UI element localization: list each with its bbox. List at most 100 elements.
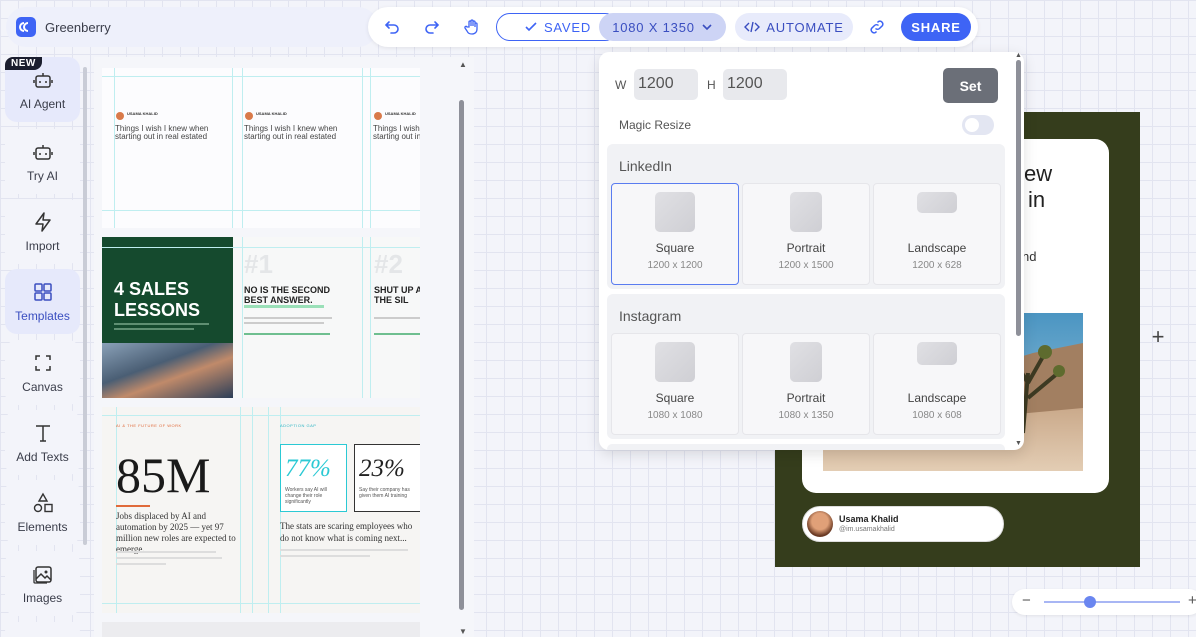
popover-scrollbar[interactable] <box>1016 60 1021 336</box>
preset-name: Landscape <box>907 391 967 405</box>
author-pill[interactable]: Usama Khalid @im.usamakhalid <box>802 506 1004 542</box>
zoom-slider-track[interactable] <box>1044 601 1180 603</box>
rail-canvas[interactable]: Canvas <box>5 340 80 405</box>
preset-instagram-square[interactable]: Square 1080 x 1080 <box>611 333 739 435</box>
scroll-up-icon[interactable]: ▲ <box>459 60 467 69</box>
share-label: SHARE <box>911 19 961 35</box>
big-stat: 85M <box>116 447 211 503</box>
robot-icon <box>32 144 53 160</box>
height-input[interactable]: 1200 <box>723 69 787 100</box>
rail-more[interactable] <box>5 622 80 637</box>
rail-scrollbar[interactable] <box>83 67 87 545</box>
width-input[interactable]: 1200 <box>634 69 698 100</box>
template-slide: USAMA KHALID Things I wish I knew when s… <box>243 68 361 228</box>
preset-name: Square <box>655 241 695 255</box>
popover-scroll-down-icon[interactable]: ▼ <box>1015 440 1022 447</box>
rail-label: AI Agent <box>19 96 66 111</box>
stat-value: 77% <box>285 455 331 482</box>
rail-label: Canvas <box>22 379 63 394</box>
preset-group-more <box>607 444 1005 450</box>
text-line <box>244 322 324 324</box>
author-name: USAMA KHALID <box>256 111 287 116</box>
template-slide: #2 SHUT UP AND TO THE SIL <box>372 237 420 398</box>
stat-box: 77% Workers say AI will change their rol… <box>280 444 347 512</box>
slide-text: Things I wish I knew when starting out i… <box>115 124 209 141</box>
set-button[interactable]: Set <box>943 68 998 103</box>
text-line <box>116 557 222 559</box>
preset-thumbnail <box>655 342 695 382</box>
rail-images[interactable]: Images <box>5 551 80 616</box>
magic-resize-toggle[interactable] <box>962 115 994 135</box>
rail-label: Elements <box>17 519 68 534</box>
automate-button[interactable]: AUTOMATE <box>735 13 853 41</box>
preset-instagram-landscape[interactable]: Landscape 1080 x 608 <box>873 333 1001 435</box>
slide-number: #2 <box>374 249 403 279</box>
templates-scrollbar[interactable] <box>459 100 464 610</box>
preset-linkedin-square[interactable]: Square 1200 x 1200 <box>611 183 739 285</box>
lesson-title: SHUT UP AND TO THE SIL <box>374 285 420 305</box>
guide-line <box>370 237 371 398</box>
canvas-size-dropdown[interactable]: 1080 X 1350 <box>599 13 726 41</box>
rail-elements[interactable]: Elements <box>5 480 80 545</box>
preset-thumbnail <box>917 192 957 213</box>
robot-icon <box>32 72 53 88</box>
popover-scroll-up-icon[interactable]: ▲ <box>1015 52 1022 59</box>
guide-line <box>362 68 363 228</box>
rail-try-ai[interactable]: Try AI <box>5 129 80 194</box>
preset-dimensions: 1080 x 1350 <box>778 410 834 421</box>
rail-label: Templates <box>15 308 70 323</box>
top-toolbar: SAVED 1080 X 1350 AUTOMATE SHARE <box>368 7 978 47</box>
text-line <box>114 323 209 325</box>
canvas-size-label: 1080 X 1350 <box>612 19 695 35</box>
template-card-1[interactable]: USAMA KHALID Things I wish I knew when s… <box>102 68 420 228</box>
preset-thumbnail <box>917 342 957 365</box>
zoom-slider-thumb[interactable] <box>1084 596 1096 608</box>
template-slide: ADOPTION GAP 77% Workers say AI will cha… <box>280 407 420 613</box>
guide-line <box>252 407 253 613</box>
preset-instagram-portrait[interactable]: Portrait 1080 x 1350 <box>742 333 870 435</box>
magic-resize-label: Magic Resize <box>619 118 692 132</box>
plus-icon[interactable]: + <box>1146 324 1170 349</box>
link-icon[interactable] <box>867 17 887 37</box>
preset-thumbnail <box>790 192 822 232</box>
grid-icon <box>33 282 52 301</box>
share-button[interactable]: SHARE <box>901 13 971 41</box>
highlight <box>244 305 324 308</box>
preset-group-linkedin: LinkedIn Square 1200 x 1200 Portrait 120… <box>607 144 1005 289</box>
template-card-4[interactable] <box>102 622 420 637</box>
template-slide: #1 NO IS THE SECOND BEST ANSWER. <box>242 237 362 398</box>
text-line <box>374 333 420 335</box>
template-slide: USAMA KHALID Things I wish I knew when s… <box>372 68 420 228</box>
avatar <box>116 112 124 120</box>
new-badge: NEW <box>5 57 42 70</box>
hand-icon[interactable] <box>462 17 482 37</box>
rail-label: Import <box>25 238 60 253</box>
zoom-control: − + <box>1012 589 1196 615</box>
rail-add-texts[interactable]: Add Texts <box>5 410 80 475</box>
guide-line <box>240 407 241 613</box>
avatar <box>374 112 382 120</box>
template-card-3[interactable]: AI & THE FUTURE OF WORK 85M Jobs displac… <box>102 407 420 613</box>
app-name: Greenberry <box>45 19 111 35</box>
preset-thumbnail <box>790 342 822 382</box>
preset-thumbnail <box>655 192 695 232</box>
text-line <box>116 551 216 553</box>
preset-dimensions: 1200 x 1500 <box>778 260 834 271</box>
guide-line <box>362 237 363 398</box>
undo-icon[interactable] <box>382 17 402 37</box>
redo-icon[interactable] <box>422 17 442 37</box>
stat-box: 23% Say their company has given them AI … <box>354 444 420 512</box>
automate-label: AUTOMATE <box>766 19 844 35</box>
zoom-out-button[interactable]: − <box>1022 592 1031 609</box>
template-card-2[interactable]: 4 SALES LESSONS #1 NO IS THE SECOND BEST… <box>102 237 420 398</box>
rail-templates[interactable]: Templates <box>5 269 80 334</box>
preset-name: Landscape <box>907 241 967 255</box>
zoom-in-button[interactable]: + <box>1188 592 1196 609</box>
preset-linkedin-landscape[interactable]: Landscape 1200 x 628 <box>873 183 1001 285</box>
preset-linkedin-portrait[interactable]: Portrait 1200 x 1500 <box>742 183 870 285</box>
rail-import[interactable]: Import <box>5 199 80 264</box>
stat-caption: Workers say AI will change their role si… <box>285 487 327 505</box>
greenberry-logo-icon[interactable] <box>16 17 36 37</box>
stats-body: The stats are scaring employees who do n… <box>280 521 413 543</box>
scroll-down-icon[interactable]: ▼ <box>459 627 467 636</box>
